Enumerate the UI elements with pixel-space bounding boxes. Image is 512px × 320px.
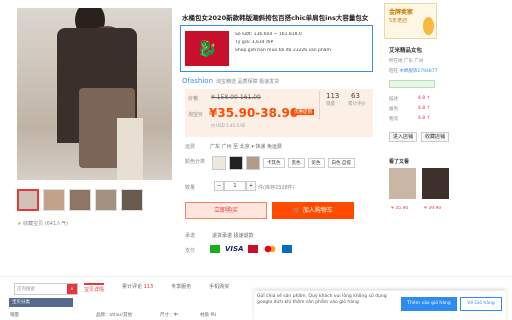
visa-icon: VISA (225, 245, 244, 253)
mastercard-icon (263, 245, 278, 253)
color-option[interactable]: 驼色 (307, 158, 325, 168)
shop-badge-sub: 5年老店 (389, 18, 408, 24)
promise-value: 退货承诺 极速退款 (212, 233, 254, 239)
shop-search: 店内搜索 ⌕ (14, 283, 78, 295)
price-label: 价格 (188, 96, 199, 102)
quantity-stepper: − 1 + (214, 181, 256, 191)
category-item[interactable]: 销量 (10, 312, 19, 318)
popup-add-button[interactable]: Thêm vào giỏ hàng (401, 297, 457, 311)
price-original: ¥ 158.00-161.00 (211, 94, 261, 101)
thumbnail[interactable] (43, 189, 65, 211)
exchange-info-box: 🐉 Số lượt: 136,604 ~ 161,818.0 Tỷ giá: 3… (180, 25, 373, 72)
tab-details[interactable]: 宝贝详情 (84, 283, 105, 293)
color-option[interactable]: 黑色 (287, 158, 305, 168)
favorite-link[interactable]: ★ 收藏宝贝 (641人气) (17, 220, 68, 227)
promo-badge: 优惠促销 (292, 109, 314, 115)
category-header: 宝贝分类 (9, 298, 73, 307)
sales-count: 113 (326, 92, 340, 100)
buy-now-button[interactable]: 立即购买 (185, 202, 267, 219)
promo-subline: 约 USD 5.45-5.92 (211, 123, 246, 128)
tab-mobile[interactable]: 手机购买 (209, 283, 229, 293)
recommended-item-image[interactable] (389, 168, 416, 199)
attr-brand: 品牌：other/其他 (96, 313, 133, 318)
shop-badge-title: 金牌卖家 (389, 9, 414, 16)
rating-row: 物流 4.8 ↑ (389, 116, 431, 122)
dragon-logo-icon: 🐉 (185, 31, 229, 66)
star-icon: ★ (17, 221, 22, 227)
shop-contact-value[interactable]: 木棉服饰2794877 (399, 69, 437, 74)
shop-ratings: 描述 4.8 ↑ 服务 4.8 ↑ 物流 4.8 ↑ (389, 96, 430, 122)
payment-icons: VISA (210, 245, 293, 253)
color-option[interactable]: 卡其色 (263, 158, 285, 168)
color-option[interactable]: 白色 自提 (327, 158, 355, 168)
decrease-button[interactable]: − (214, 181, 224, 191)
shop-location: 所在地 广东 广州 (389, 58, 423, 64)
stock-text: 件(库存2328件) (258, 185, 295, 191)
brand-subline: 淘宝精选 品质保障 极速发货 (216, 79, 280, 85)
sales-label: 销量 (326, 102, 335, 107)
promise-label: 承诺 (185, 233, 196, 239)
add-to-cart-label: 加入购物车 (302, 207, 333, 214)
shipping-value[interactable]: 广东 广州 至 北京 ▾ 快递 免运费 (210, 143, 282, 150)
color-label: 颜色分类 (185, 159, 206, 165)
shop-contact-label: 旺旺 (389, 69, 398, 74)
shop-badge: 金牌卖家 5年老店 (384, 3, 437, 39)
brand-logo[interactable]: Ofashion (182, 77, 213, 85)
quantity-label: 数量 (185, 185, 196, 191)
shop-location-value: 广东 广州 (403, 59, 424, 64)
color-options: 卡其色 黑色 驼色 白色 自提 (212, 156, 355, 170)
quantity-input[interactable]: 1 (224, 181, 246, 191)
product-title: 水桶包女2020新款韩版潮斜挎包百搭chic单肩包ins大容量包女 (182, 14, 369, 22)
increase-button[interactable]: + (246, 181, 256, 191)
ad-line: Số lượt: 136,604 ~ 161,818.0 (235, 32, 302, 37)
attr-size: 尺寸：中 (160, 313, 178, 318)
promo-label: 淘宝价 (188, 112, 204, 118)
add-to-cart-popup: Gửi chia sẻ sản phẩm. Quý khách vui lòng… (254, 290, 506, 320)
thumbnail[interactable] (121, 189, 143, 211)
price-box: 价格 ¥ 158.00-161.00 淘宝价 ¥35.90-38.90 优惠促销… (185, 89, 373, 137)
thumbnail[interactable] (69, 189, 91, 211)
tab-services[interactable]: 专享服务 (171, 283, 191, 293)
popup-message: Gửi chia sẻ sản phẩm. Quý khách vui lòng… (257, 294, 387, 305)
shop-name[interactable]: 艾米精品女包 (389, 46, 422, 54)
wechat-pay-icon (210, 245, 220, 253)
search-icon[interactable]: ⌕ (67, 284, 77, 294)
recommended-item-image[interactable] (422, 168, 449, 199)
medal-icon (423, 17, 434, 35)
recommended-item-price: ¥ 39.90 (424, 206, 442, 211)
product-main-image[interactable] (17, 8, 172, 180)
color-swatch[interactable] (229, 156, 243, 170)
attr-material: 材质 PU (200, 313, 217, 318)
paypal-icon (282, 245, 293, 253)
recommended-item-price: ¥ 35.90 (391, 206, 409, 211)
ad-line: Tỷ giá: 3,634 đ/¥ (235, 40, 274, 45)
favorite-label: 收藏宝贝 (641人气) (23, 221, 69, 227)
review-count[interactable]: 63 (351, 92, 360, 100)
color-swatch[interactable] (246, 156, 260, 170)
unionpay-icon (248, 245, 259, 253)
review-label: 累计评价 (348, 102, 366, 107)
cart-icon: 🛒 (293, 207, 303, 214)
color-swatch[interactable] (212, 156, 226, 170)
popup-cart-button[interactable]: Về Giỏ hàng (460, 297, 502, 311)
promo-price: ¥35.90-38.90 (209, 106, 299, 120)
thumbnail-strip (17, 189, 143, 211)
thumbnail[interactable] (17, 189, 39, 211)
rating-row: 服务 4.8 ↑ (389, 106, 431, 112)
detail-tabs: 宝贝详情 累计评论 113 专享服务 手机购买 (84, 283, 229, 293)
ad-line: Shop giới hạn mua tối đa 23226 sản phẩm (235, 48, 331, 53)
shop-location-label: 所在地 (389, 59, 403, 64)
shop-contact: 旺旺 木棉服饰2794877 (389, 68, 437, 74)
add-to-cart-button[interactable]: 🛒 加入购物车 (272, 202, 354, 219)
search-input[interactable]: 店内搜索 (17, 286, 35, 292)
favorite-shop-button[interactable]: 收藏店铺 (421, 132, 449, 142)
enter-shop-button[interactable]: 进入店铺 (389, 132, 417, 142)
thumbnail[interactable] (95, 189, 117, 211)
payment-label: 支付 (185, 248, 196, 254)
tab-reviews[interactable]: 累计评论 113 (122, 283, 153, 293)
watch-again-title: 看了又看 (389, 159, 410, 165)
brand-name: Ofashion (182, 77, 214, 85)
shipping-label: 运费 (185, 144, 196, 150)
rating-row: 描述 4.8 ↑ (389, 96, 431, 102)
